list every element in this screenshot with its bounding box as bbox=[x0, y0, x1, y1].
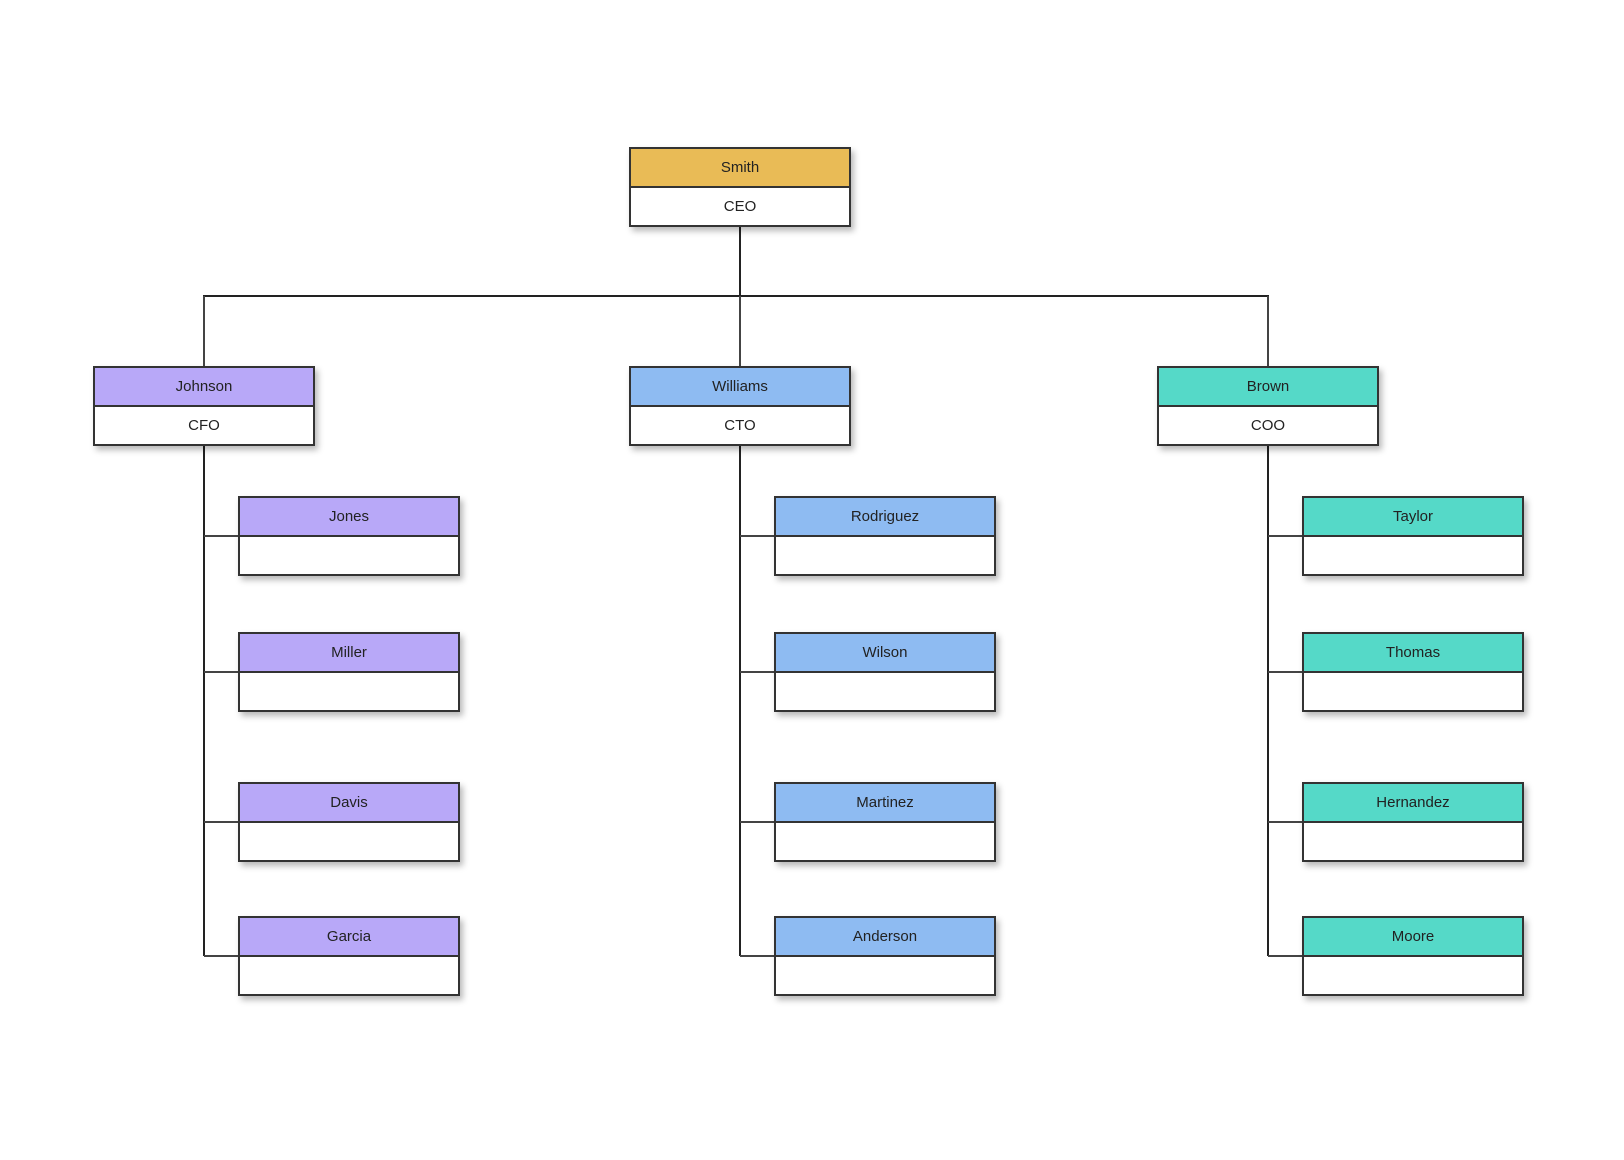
connector-child bbox=[740, 671, 774, 673]
connector-child bbox=[204, 671, 238, 673]
connector-child bbox=[1268, 535, 1302, 537]
node-title bbox=[240, 823, 458, 860]
node-name: Williams bbox=[631, 368, 849, 407]
org-node-johnson[interactable]: Johnson CFO bbox=[93, 366, 315, 446]
connector-spine-williams bbox=[739, 446, 741, 956]
connector-manager-2 bbox=[1267, 296, 1269, 366]
connector-root-down bbox=[739, 227, 741, 296]
node-name: Wilson bbox=[776, 634, 994, 673]
node-name: Thomas bbox=[1304, 634, 1522, 673]
node-name: Hernandez bbox=[1304, 784, 1522, 823]
node-name: Taylor bbox=[1304, 498, 1522, 537]
org-node-davis[interactable]: Davis bbox=[238, 782, 460, 862]
connector-child bbox=[204, 535, 238, 537]
node-title bbox=[240, 957, 458, 994]
node-title bbox=[240, 673, 458, 710]
org-node-taylor[interactable]: Taylor bbox=[1302, 496, 1524, 576]
org-node-miller[interactable]: Miller bbox=[238, 632, 460, 712]
connector-child bbox=[204, 955, 238, 957]
connector-child bbox=[1268, 821, 1302, 823]
connector-spine-brown bbox=[1267, 446, 1269, 956]
connector-child bbox=[740, 535, 774, 537]
connector-manager-0 bbox=[203, 296, 205, 366]
node-title bbox=[1304, 957, 1522, 994]
node-title bbox=[776, 823, 994, 860]
connector-child bbox=[1268, 955, 1302, 957]
org-node-williams[interactable]: Williams CTO bbox=[629, 366, 851, 446]
org-node-martinez[interactable]: Martinez bbox=[774, 782, 996, 862]
node-title bbox=[776, 537, 994, 574]
node-title: CTO bbox=[724, 417, 756, 434]
node-title: CFO bbox=[188, 417, 220, 434]
org-node-wilson[interactable]: Wilson bbox=[774, 632, 996, 712]
node-title: COO bbox=[1250, 417, 1286, 434]
node-title bbox=[776, 673, 994, 710]
node-title bbox=[1304, 537, 1522, 574]
connector-child bbox=[204, 821, 238, 823]
node-name: Miller bbox=[240, 634, 458, 673]
node-title bbox=[240, 537, 458, 574]
node-title bbox=[776, 957, 994, 994]
node-title bbox=[1304, 673, 1522, 710]
connector-manager-1 bbox=[739, 296, 741, 366]
node-name: Jones bbox=[240, 498, 458, 537]
org-node-brown[interactable]: Brown COO bbox=[1157, 366, 1379, 446]
connector-child bbox=[1268, 671, 1302, 673]
node-name: Rodriguez bbox=[776, 498, 994, 537]
org-node-jones[interactable]: Jones bbox=[238, 496, 460, 576]
connector-branch bbox=[203, 295, 1269, 297]
org-node-hernandez[interactable]: Hernandez bbox=[1302, 782, 1524, 862]
connector-child bbox=[740, 821, 774, 823]
node-name: Garcia bbox=[240, 918, 458, 957]
org-node-garcia[interactable]: Garcia bbox=[238, 916, 460, 996]
org-node-anderson[interactable]: Anderson bbox=[774, 916, 996, 996]
node-name: Johnson bbox=[95, 368, 313, 407]
org-node-smith[interactable]: Smith CEO bbox=[629, 147, 851, 227]
node-name: Davis bbox=[240, 784, 458, 823]
node-name: Moore bbox=[1304, 918, 1522, 957]
org-node-thomas[interactable]: Thomas bbox=[1302, 632, 1524, 712]
node-name: Smith bbox=[631, 149, 849, 188]
org-chart: Smith CEO Johnson CFO Jones Miller Davis Garcia… bbox=[0, 0, 1624, 1160]
org-node-rodriguez[interactable]: Rodriguez bbox=[774, 496, 996, 576]
node-name: Martinez bbox=[776, 784, 994, 823]
connector-child bbox=[740, 955, 774, 957]
node-title: CEO bbox=[723, 198, 757, 215]
org-node-moore[interactable]: Moore bbox=[1302, 916, 1524, 996]
node-name: Brown bbox=[1159, 368, 1377, 407]
connector-spine-johnson bbox=[203, 446, 205, 956]
node-name: Anderson bbox=[776, 918, 994, 957]
node-title bbox=[1304, 823, 1522, 860]
